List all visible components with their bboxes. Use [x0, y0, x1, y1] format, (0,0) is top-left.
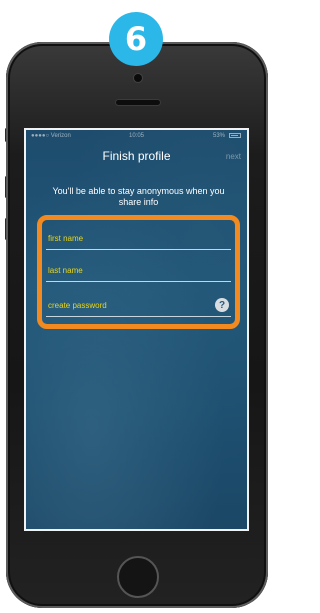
step-badge: 6 — [109, 12, 163, 66]
phone-screen: ●●●●○ Verizon 10:05 53% Finish profile n… — [24, 128, 249, 531]
home-button[interactable] — [117, 556, 159, 598]
page-title: Finish profile — [102, 149, 171, 163]
status-bar: ●●●●○ Verizon 10:05 53% — [26, 130, 247, 144]
anonymity-note: You'll be able to stay anonymous when yo… — [52, 186, 225, 207]
battery-percent: 53% — [212, 133, 225, 139]
battery-icon — [229, 133, 241, 138]
clock: 10:05 — [129, 133, 145, 139]
fields-highlight-box — [37, 215, 240, 329]
next-button[interactable]: next — [226, 152, 241, 161]
carrier-label: ●●●●○ Verizon — [31, 133, 71, 139]
front-camera-icon — [134, 74, 142, 82]
earpiece-speaker — [116, 100, 160, 105]
